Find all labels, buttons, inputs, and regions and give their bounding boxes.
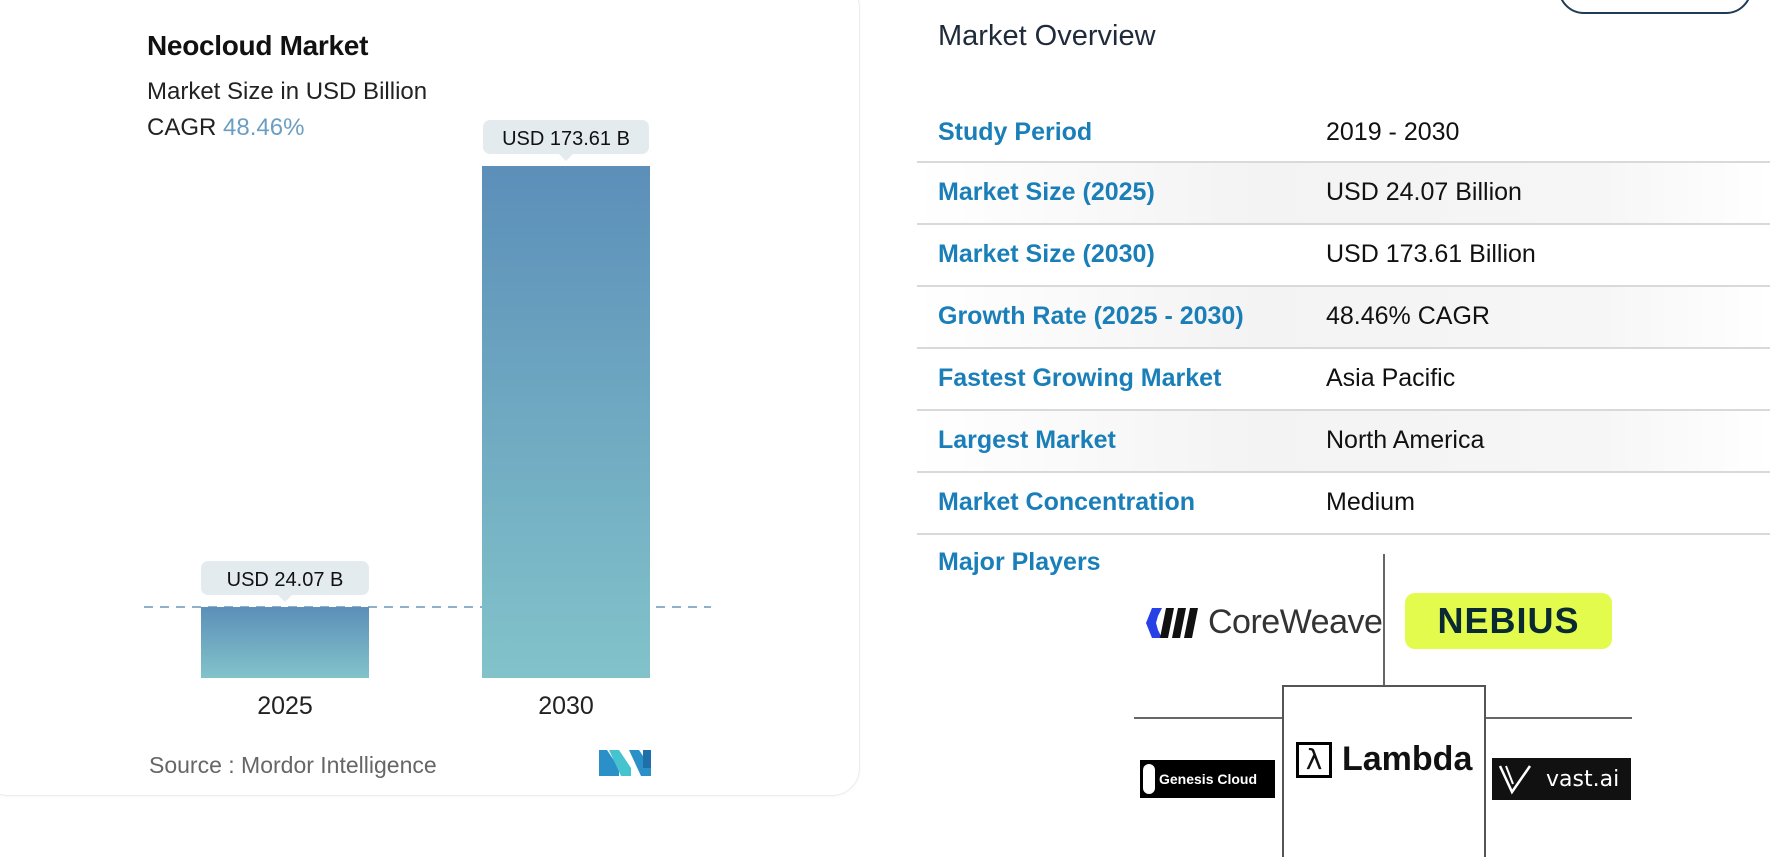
data-label-pointer <box>278 595 292 603</box>
overview-row: Market Concentration Medium <box>917 473 1770 535</box>
bar-2030 <box>482 166 650 678</box>
genesis-cloud-text: Genesis Cloud <box>1159 771 1258 787</box>
x-tick-label: 2030 <box>538 692 594 720</box>
bar-chart: USD 24.07 B 2025 USD 173.61 B 2030 <box>144 120 711 720</box>
row-value: USD 173.61 Billion <box>1326 240 1536 268</box>
x-tick-label: 2025 <box>257 692 313 720</box>
overview-row: Fastest Growing Market Asia Pacific <box>917 349 1770 411</box>
coreweave-text: CoreWeave <box>1208 603 1383 641</box>
row-label: Market Size (2030) <box>938 240 1155 268</box>
row-value: 48.46% CAGR <box>1326 302 1490 330</box>
genesis-cloud-icon <box>1143 764 1155 794</box>
nebius-text: NEBIUS <box>1437 600 1580 641</box>
divider <box>1134 717 1282 719</box>
row-label: Market Concentration <box>938 488 1195 516</box>
overview-row: Market Size (2030) USD 173.61 Billion <box>917 225 1770 287</box>
lambda-text: Lambda <box>1342 740 1473 778</box>
genesis-cloud-logo: Genesis Cloud <box>1140 760 1275 798</box>
nebius-logo: NEBIUS <box>1405 593 1612 649</box>
coreweave-logo: CoreWeave <box>1146 603 1383 642</box>
overview-row: Growth Rate (2025 - 2030) 48.46% CAGR <box>917 287 1770 349</box>
market-overview-title: Market Overview <box>938 20 1156 52</box>
row-value: Medium <box>1326 488 1415 516</box>
top-action-button[interactable] <box>1558 0 1752 14</box>
lambda-icon: λ <box>1296 741 1332 778</box>
data-label: USD 24.07 B <box>227 569 344 591</box>
overview-row: Largest Market North America <box>917 411 1770 473</box>
bar-2025 <box>201 607 369 678</box>
vast-ai-text: vast.ai <box>1546 766 1620 792</box>
vast-ai-icon <box>1498 765 1532 795</box>
data-label-pointer <box>559 154 573 161</box>
vast-ai-logo: vast.ai <box>1492 758 1631 800</box>
row-label: Fastest Growing Market <box>938 364 1222 392</box>
row-value: 2019 - 2030 <box>1326 118 1460 146</box>
data-label: USD 173.61 B <box>502 128 630 150</box>
source-text: Source : Mordor Intelligence <box>149 752 437 778</box>
lambda-logo: λ Lambda <box>1296 740 1472 779</box>
row-value: North America <box>1326 426 1485 454</box>
divider <box>1484 717 1632 719</box>
row-label: Growth Rate (2025 - 2030) <box>938 302 1244 330</box>
row-value: Asia Pacific <box>1326 364 1456 392</box>
divider <box>1383 554 1385 685</box>
coreweave-icon <box>1146 607 1198 638</box>
mordor-intelligence-logo <box>599 750 651 776</box>
row-label: Study Period <box>938 118 1093 146</box>
row-label: Market Size (2025) <box>938 178 1155 206</box>
row-value: USD 24.07 Billion <box>1326 178 1522 206</box>
overview-row: Market Size (2025) USD 24.07 Billion <box>917 163 1770 225</box>
major-players-label: Major Players <box>938 548 1101 576</box>
overview-row: Study Period 2019 - 2030 <box>917 103 1770 163</box>
overview-table: Study Period 2019 - 2030 Market Size (2025… <box>917 103 1770 535</box>
row-label: Largest Market <box>938 426 1116 454</box>
